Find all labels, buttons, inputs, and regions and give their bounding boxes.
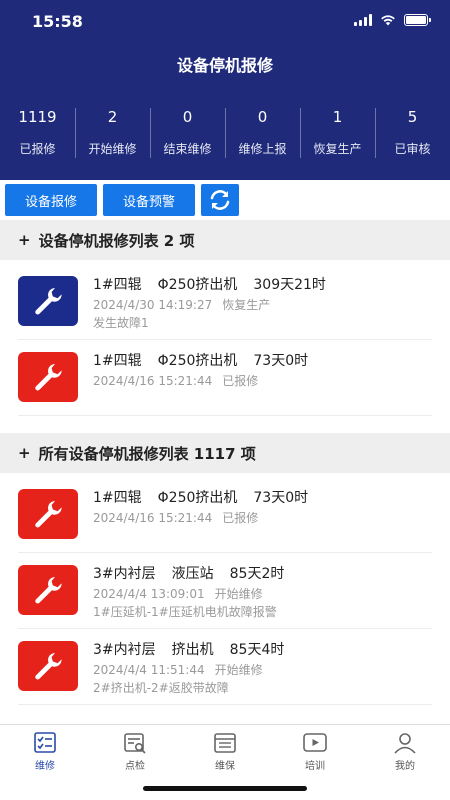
item-name: 3#内衬层 [93,642,156,658]
page-title: 设备停机报修 [176,56,273,75]
stat-value: 0 [182,108,193,126]
item-time: 2024/4/4 13:09:01 [93,587,205,601]
stat-submitted[interactable]: 0 维修上报 [225,104,300,160]
nav-item-repair[interactable]: 维修 [0,725,90,776]
item-machine: Φ250挤出机 [157,277,238,293]
nav-label: 维保 [215,761,235,772]
item-name: 1#四辊 [93,353,142,369]
item-status: 已报修 [222,374,259,388]
status-time: 15:58 [32,12,83,31]
list-item[interactable]: 3#内衬层 液压站 85天2时 2024/4/4 13:09:01 开始维修 1#压延… [18,553,432,629]
wifi-icon [381,15,395,26]
expand-plus-icon: + [18,444,31,462]
list-item[interactable]: 1#四辊 Φ250挤出机 73天0时 2024/4/16 15:21:44 已报修 [18,340,432,416]
nav-label: 维修 [35,761,55,772]
nav-item-training[interactable]: 培训 [270,725,360,776]
stat-reported[interactable]: 1119 已报修 [0,104,75,160]
item-description: 发生故障1 [93,316,149,330]
stat-value: 1 [332,108,343,126]
item-description: 1#压延机-1#压延机电机故障报警 [93,605,277,619]
wrench-icon [18,276,78,326]
inspect-icon [124,733,146,754]
stat-value: 0 [257,108,268,126]
checklist-icon [34,732,56,753]
toolbar: 设备报修 设备预警 [5,184,240,216]
item-time: 2024/4/16 15:21:44 [93,374,213,388]
refresh-button[interactable] [201,184,240,216]
item-machine: Φ250挤出机 [157,353,238,369]
section-title: 所有设备停机报修列表 1117 项 [38,444,256,463]
item-time: 2024/4/16 15:21:44 [93,511,213,525]
stat-label: 结束维修 [163,142,212,156]
section-title: 设备停机报修列表 2 项 [38,231,195,250]
signal-icon [354,14,372,26]
status-icons [354,14,431,26]
item-status: 开始维修 [214,587,263,601]
stat-label: 维修上报 [238,142,287,156]
nav-item-maintenance[interactable]: 维保 [180,725,270,776]
item-description: 2#挤出机-2#返胶带故障 [93,681,229,695]
bottom-nav: 维修 点检 维保 培训 我的 [0,724,450,776]
report-button[interactable]: 设备报修 [5,184,98,216]
stat-label: 已审核 [394,142,431,156]
stat-finished[interactable]: 0 结束维修 [150,104,225,160]
play-icon [303,733,327,752]
item-status: 开始维修 [214,663,263,677]
refresh-icon [210,190,230,210]
home-indicator[interactable] [143,786,307,791]
stat-value: 1119 [18,108,57,126]
item-duration: 73天0时 [253,490,309,506]
status-bar: 15:58 [0,0,450,44]
nav-item-inspect[interactable]: 点检 [90,725,180,776]
wrench-icon [18,352,78,402]
stat-approved[interactable]: 5 已审核 [375,104,450,160]
item-duration: 85天4时 [229,642,285,658]
stat-started[interactable]: 2 开始维修 [75,104,150,160]
nav-label: 培训 [305,761,325,772]
stat-value: 5 [407,108,418,126]
header-banner: 15:58 设备停机报修 1119 已报修 2 开始维修 0 结束维修 0 维修… [0,0,450,180]
item-time: 2024/4/30 14:19:27 [93,298,213,312]
nav-label: 我的 [395,761,415,772]
expand-plus-icon: + [18,231,31,249]
item-status: 恢复生产 [222,298,271,312]
wrench-icon [18,489,78,539]
wrench-icon [18,641,78,691]
list-item[interactable]: 1#四辊 Φ250挤出机 309天21时 2024/4/30 14:19:27 恢复生… [18,264,432,340]
item-status: 已报修 [222,511,259,525]
stat-resumed[interactable]: 1 恢复生产 [300,104,375,160]
section-header-current[interactable]: + 设备停机报修列表 2 项 [0,220,450,260]
wrench-icon [18,565,78,615]
warning-button[interactable]: 设备预警 [103,184,196,216]
item-duration: 309天21时 [253,277,326,293]
all-repair-list: 1#四辊 Φ250挤出机 73天0时 2024/4/16 15:21:44 已报修 3… [0,477,450,705]
item-time: 2024/4/4 11:51:44 [93,663,205,677]
item-name: 1#四辊 [93,277,142,293]
nav-label: 点检 [125,761,145,772]
stat-label: 开始维修 [88,142,137,156]
item-duration: 73天0时 [253,353,309,369]
section-header-all[interactable]: + 所有设备停机报修列表 1117 项 [0,433,450,473]
item-machine: 挤出机 [171,642,214,658]
item-machine: 液压站 [171,566,214,582]
list-item[interactable]: 3#内衬层 挤出机 85天4时 2024/4/4 11:51:44 开始维修 2#挤出… [18,629,432,705]
item-machine: Φ250挤出机 [157,490,238,506]
list-item[interactable]: 1#四辊 Φ250挤出机 73天0时 2024/4/16 15:21:44 已报修 [18,477,432,553]
current-repair-list: 1#四辊 Φ250挤出机 309天21时 2024/4/30 14:19:27 恢复生… [0,264,450,416]
stat-label: 已报修 [19,142,56,156]
stat-value: 2 [107,108,118,126]
item-name: 1#四辊 [93,490,142,506]
item-duration: 85天2时 [229,566,285,582]
item-name: 3#内衬层 [93,566,156,582]
nav-item-profile[interactable]: 我的 [360,725,450,776]
user-icon [394,733,416,754]
battery-icon [404,14,431,26]
stats-bar: 1119 已报修 2 开始维修 0 结束维修 0 维修上报 1 恢复生产 5 已… [0,104,450,160]
maintenance-icon [214,733,236,753]
stat-label: 恢复生产 [313,142,362,156]
